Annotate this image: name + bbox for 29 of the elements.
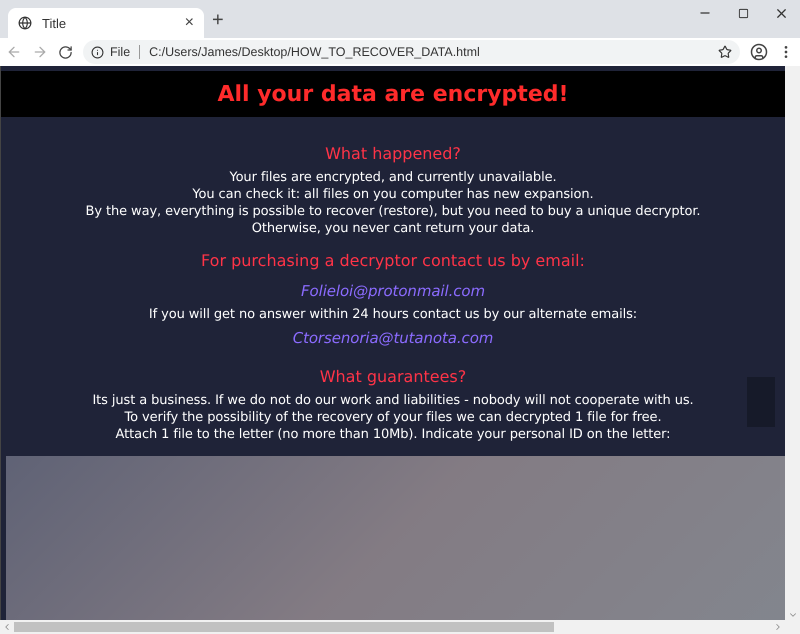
close-tab-button[interactable]: ×: [184, 14, 194, 32]
body-text: If you will get no answer within 24 hours contact us by our alternate emails:: [148, 306, 638, 323]
email-address: Folieloi@protonmail.com: [301, 281, 485, 302]
bookmark-star-icon[interactable]: [718, 45, 732, 59]
maximize-icon[interactable]: [738, 8, 748, 18]
globe-icon: [18, 16, 32, 30]
url-text: C:/Users/James/Desktop/HOW_TO_RECOVER_DATA.html: [149, 45, 481, 59]
info-icon[interactable]: [91, 46, 104, 58]
section-title: What guarantees?: [320, 367, 466, 386]
email-address: Ctorsenoria@tutanota.com: [292, 328, 494, 349]
browser-tab[interactable]: Title ×: [8, 8, 204, 38]
reload-icon[interactable]: [58, 44, 73, 60]
scheme-label: File: [110, 45, 130, 59]
body-text: Your files are encrypted, and currently unavailable.: [229, 169, 557, 186]
body-text: You can check it: all files on you computer has new expansion.: [192, 186, 594, 203]
body-text: To verify the possibility of the recovery of your files we can decrypted 1 file for free.: [124, 409, 662, 426]
body-text: Attach 1 file to the letter (no more than 10Mb). Indicate your personal ID on the letter:: [116, 426, 670, 443]
body-text: Its just a business. If we do not do our work and liabilities - nobody will not cooperate with us.: [92, 392, 694, 409]
new-tab-button[interactable]: +: [212, 9, 224, 32]
profile-icon[interactable]: [750, 43, 768, 61]
vertical-scrollbar[interactable]: [785, 66, 800, 620]
section-title: For purchasing a decryptor contact us by email:: [201, 251, 585, 270]
horizontal-scrollbar[interactable]: [0, 620, 800, 634]
page-heading: All your data are encrypted!: [217, 82, 569, 106]
body-text: Otherwise, you never cant return your data.: [252, 220, 534, 237]
address-bar[interactable]: File C:/Users/James/Desktop/HOW_TO_RECOVER_DATA.html: [83, 40, 740, 64]
tab-title: Title: [42, 16, 68, 30]
body-text: By the way, everything is possible to recover (restore), but you need to buy a unique decryptor.: [86, 203, 700, 220]
section-title: What happened?: [325, 144, 461, 163]
